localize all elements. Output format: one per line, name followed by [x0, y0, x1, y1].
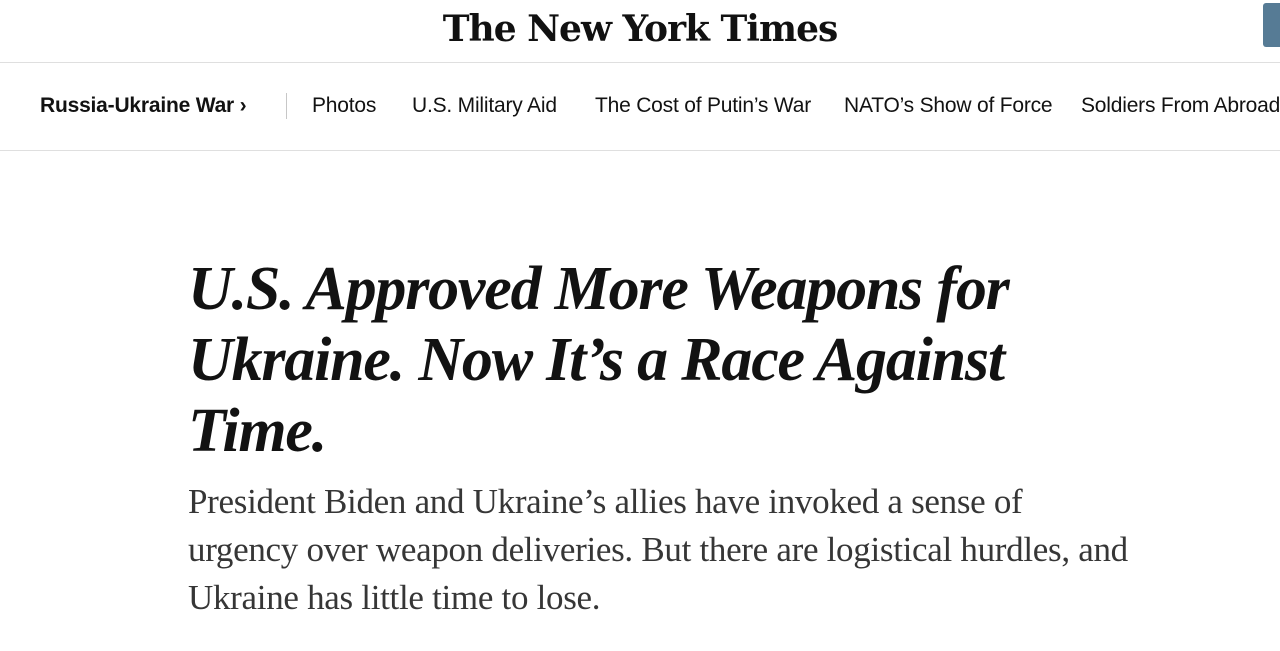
nav-item-us-military-aid[interactable]: U.S. Military Aid [412, 94, 557, 118]
nav-divider [286, 93, 287, 119]
nav-item-soldiers-from-abroad[interactable]: Soldiers From Abroad [1081, 94, 1280, 118]
nav-item-photos[interactable]: Photos [312, 94, 376, 118]
nav-item-natos-show-of-force[interactable]: NATO’s Show of Force [844, 94, 1053, 118]
section-label: Russia-Ukraine War [40, 94, 235, 117]
chevron-right-icon: › [239, 94, 247, 117]
section-link-russia-ukraine-war[interactable]: Russia-Ukraine War › [40, 94, 247, 118]
masthead: The New York Times [0, 0, 1280, 63]
section-nav: Russia-Ukraine War › Photos U.S. Militar… [0, 63, 1280, 151]
account-button[interactable] [1263, 3, 1280, 47]
article-headline: U.S. Approved More Weapons for Ukraine. … [188, 255, 1010, 465]
article-summary: President Biden and Ukraine’s allies hav… [188, 482, 1128, 617]
nav-item-cost-of-putins-war[interactable]: The Cost of Putin’s War [595, 94, 811, 118]
nyt-logo[interactable]: The New York Times [0, 6, 1280, 52]
